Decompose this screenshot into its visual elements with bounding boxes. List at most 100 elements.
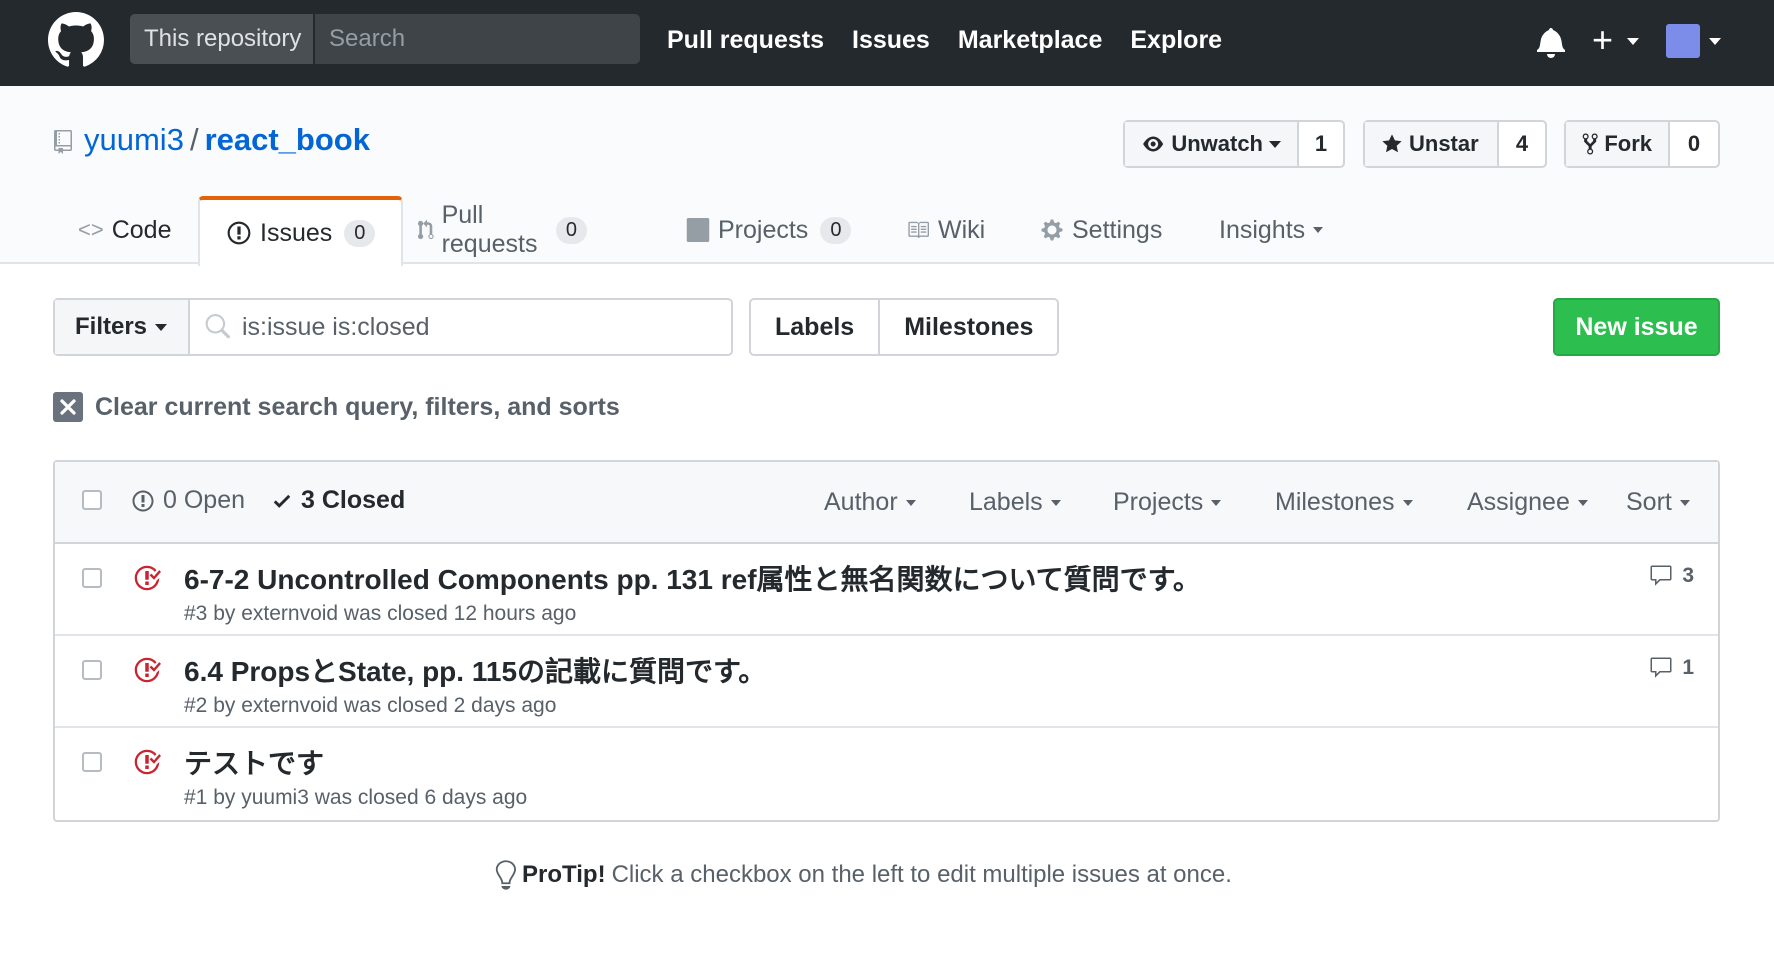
repo-icon — [54, 130, 72, 154]
chevron-down-icon — [1709, 38, 1721, 45]
project-icon — [686, 218, 710, 242]
nav-marketplace[interactable]: Marketplace — [958, 20, 1103, 60]
issue-meta: #3 by externvoid was closed 12 hours ago — [184, 602, 577, 625]
tab-settings[interactable]: Settings — [1040, 196, 1162, 264]
issues-counter: 0 — [344, 219, 376, 247]
closed-count-label: 3 Closed — [301, 486, 406, 514]
fork-label: Fork — [1604, 131, 1652, 156]
issue-meta: #1 by yuumi3 was closed 6 days ago — [184, 786, 528, 809]
check-icon — [273, 494, 291, 508]
milestones-link[interactable]: Milestones — [880, 300, 1057, 354]
tab-issues-label: Issues — [260, 218, 333, 247]
issues-filter-bar: Filters is:issue is:closed — [53, 298, 733, 356]
chevron-down-icon — [1211, 499, 1222, 506]
user-avatar[interactable] — [1666, 24, 1700, 58]
tab-issues[interactable]: Issues 0 — [198, 196, 404, 266]
code-icon: <> — [78, 217, 104, 242]
chevron-down-icon — [1402, 499, 1413, 506]
tab-pull-requests[interactable]: Pull requests 0 — [418, 196, 588, 264]
milestones-filter-dropdown[interactable]: Milestones — [1275, 488, 1413, 517]
issue-title-link[interactable]: 6-7-2 Uncontrolled Components pp. 131 re… — [184, 558, 1201, 598]
chevron-down-icon — [1627, 38, 1639, 45]
issues-list: 0 Open 3 Closed Author Labels Projects M… — [53, 460, 1720, 822]
comment-icon — [1650, 657, 1672, 678]
labels-filter-dropdown[interactable]: Labels — [969, 488, 1061, 517]
labels-milestones-nav: Labels Milestones — [749, 298, 1060, 356]
nav-issues[interactable]: Issues — [852, 20, 930, 60]
issue-opened-icon — [132, 490, 154, 511]
tab-pulls-label: Pull requests — [441, 201, 538, 258]
repo-owner-link[interactable]: yuumi3 — [84, 122, 184, 157]
search-input[interactable]: Search — [315, 14, 405, 64]
new-issue-button[interactable]: New issue — [1553, 298, 1720, 356]
tab-insights[interactable]: Insights — [1219, 196, 1324, 264]
light-bulb-icon — [495, 860, 516, 890]
header-search[interactable]: This repository Search — [130, 14, 640, 64]
chevron-down-icon — [1577, 499, 1588, 506]
projects-filter-dropdown[interactable]: Projects — [1113, 488, 1222, 517]
issue-checkbox[interactable] — [82, 752, 102, 772]
repo-header: yuumi3/react_book Unwatch 1 Unstar 4 For… — [0, 86, 1774, 266]
issue-checkbox[interactable] — [82, 568, 102, 588]
notifications-bell-icon[interactable] — [1536, 26, 1566, 58]
pull-request-icon — [418, 219, 434, 240]
unwatch-button[interactable]: Unwatch — [1125, 122, 1299, 166]
protip-label: ProTip! — [522, 861, 606, 888]
pulls-counter: 0 — [555, 216, 588, 244]
nav-pull-requests[interactable]: Pull requests — [667, 20, 824, 60]
forks-count[interactable]: 0 — [1670, 122, 1718, 166]
issue-checkbox[interactable] — [82, 660, 102, 680]
labels-link[interactable]: Labels — [751, 300, 881, 354]
chevron-down-icon — [1679, 499, 1690, 506]
issues-search-input[interactable]: is:issue is:closed — [190, 300, 430, 354]
assignee-filter-label: Assignee — [1467, 488, 1570, 516]
search-scope-label: This repository — [130, 14, 315, 64]
unstar-button[interactable]: Unstar — [1365, 122, 1499, 166]
filters-label: Filters — [75, 313, 148, 340]
watchers-count[interactable]: 1 — [1299, 122, 1343, 166]
assignee-filter-dropdown[interactable]: Assignee — [1467, 488, 1588, 517]
search-icon — [205, 314, 230, 339]
comment-count: 1 — [1682, 656, 1694, 679]
global-header: This repository Search Pull requests Iss… — [0, 0, 1774, 86]
tab-code[interactable]: <> Code — [78, 196, 171, 264]
issue-closed-icon — [134, 657, 161, 683]
tab-wiki-label: Wiki — [938, 215, 986, 244]
tab-projects-label: Projects — [718, 215, 809, 244]
watch-button-group: Unwatch 1 — [1123, 120, 1345, 168]
book-icon — [908, 221, 929, 239]
filters-dropdown-button[interactable]: Filters — [55, 300, 190, 354]
chevron-down-icon — [905, 499, 916, 506]
chevron-down-icon — [155, 323, 168, 331]
clear-filters-link[interactable]: Clear current search query, filters, and… — [53, 392, 620, 422]
issue-comments-link[interactable]: 1 — [1648, 656, 1694, 680]
tab-wiki[interactable]: Wiki — [906, 196, 985, 264]
open-issues-link[interactable]: 0 Open — [131, 486, 245, 515]
sort-dropdown[interactable]: Sort — [1626, 488, 1690, 517]
close-icon — [53, 392, 83, 422]
gear-icon — [1041, 219, 1063, 241]
issue-title-link[interactable]: 6.4 PropsとState, pp. 115の記載に質問です。 — [184, 650, 766, 690]
unstar-label: Unstar — [1409, 131, 1479, 156]
tab-projects[interactable]: Projects 0 — [686, 196, 852, 264]
repo-name-link[interactable]: react_book — [205, 122, 370, 157]
issue-closed-icon — [134, 565, 161, 591]
fork-button[interactable]: Fork — [1566, 122, 1670, 166]
issue-opened-icon — [227, 221, 251, 245]
issue-title-link[interactable]: テストです — [184, 742, 324, 782]
stargazers-count[interactable]: 4 — [1499, 122, 1545, 166]
issues-list-header: 0 Open 3 Closed Author Labels Projects M… — [55, 462, 1718, 544]
github-logo-icon[interactable] — [48, 12, 104, 68]
chevron-down-icon — [1313, 227, 1324, 233]
select-all-checkbox[interactable] — [82, 490, 102, 510]
tab-code-label: Code — [111, 215, 172, 244]
nav-explore[interactable]: Explore — [1130, 20, 1222, 60]
author-filter-dropdown[interactable]: Author — [824, 488, 916, 517]
create-new-plus-icon[interactable]: + — [1592, 22, 1613, 58]
closed-issues-link[interactable]: 3 Closed — [271, 486, 405, 515]
eye-icon — [1143, 136, 1164, 152]
issue-comments-link[interactable]: 3 — [1648, 564, 1694, 588]
issue-row: 6-7-2 Uncontrolled Components pp. 131 re… — [55, 544, 1718, 636]
milestones-filter-label: Milestones — [1275, 488, 1395, 516]
comment-icon — [1650, 565, 1672, 586]
